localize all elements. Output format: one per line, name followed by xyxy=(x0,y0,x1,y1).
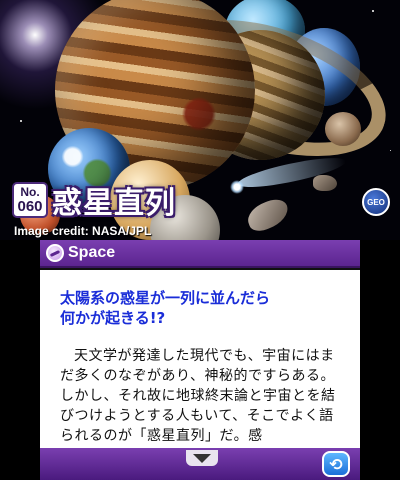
scroll-down-button[interactable] xyxy=(186,450,218,466)
category-bar: Space xyxy=(40,240,360,268)
article-lead: 太陽系の惑星が一列に並んだら 何かが起きる!? xyxy=(60,289,271,327)
image-credit: Image credit: NASA/JPL xyxy=(14,224,152,238)
back-button[interactable]: ⟲ xyxy=(322,451,350,477)
star xyxy=(372,10,374,12)
page-title: 惑星直列 xyxy=(52,186,176,221)
bottom-screen: Space 太陽系の惑星が一列に並んだら 何かが起きる!? 天文学が発達した現代… xyxy=(40,240,360,480)
scroll-down-arrow-icon xyxy=(193,453,211,463)
entry-number: 060 xyxy=(17,198,43,215)
article-panel[interactable]: 太陽系の惑星が一列に並んだら 何かが起きる!? 天文学が発達した現代でも、宇宙に… xyxy=(40,270,360,448)
star xyxy=(20,120,22,122)
top-screen: No. 060 惑星直列 Image credit: NASA/JPL GEO xyxy=(0,0,400,240)
entry-number-badge: No. 060 xyxy=(12,182,48,218)
back-arrow-icon: ⟲ xyxy=(329,454,343,474)
category-label: Space xyxy=(68,244,116,261)
comet xyxy=(230,180,244,194)
pluto-planet xyxy=(325,112,361,146)
star xyxy=(390,150,391,151)
space-category-icon xyxy=(46,244,64,262)
asteroid xyxy=(243,195,293,235)
geo-badge-icon: GEO xyxy=(362,188,390,216)
entry-number-label: No. xyxy=(20,185,40,199)
article-body: 天文学が発達した現代でも、宇宙にはまだ多くのなぞがあり、神秘的ですらある。しかし… xyxy=(60,348,336,444)
asteroid xyxy=(313,175,337,191)
